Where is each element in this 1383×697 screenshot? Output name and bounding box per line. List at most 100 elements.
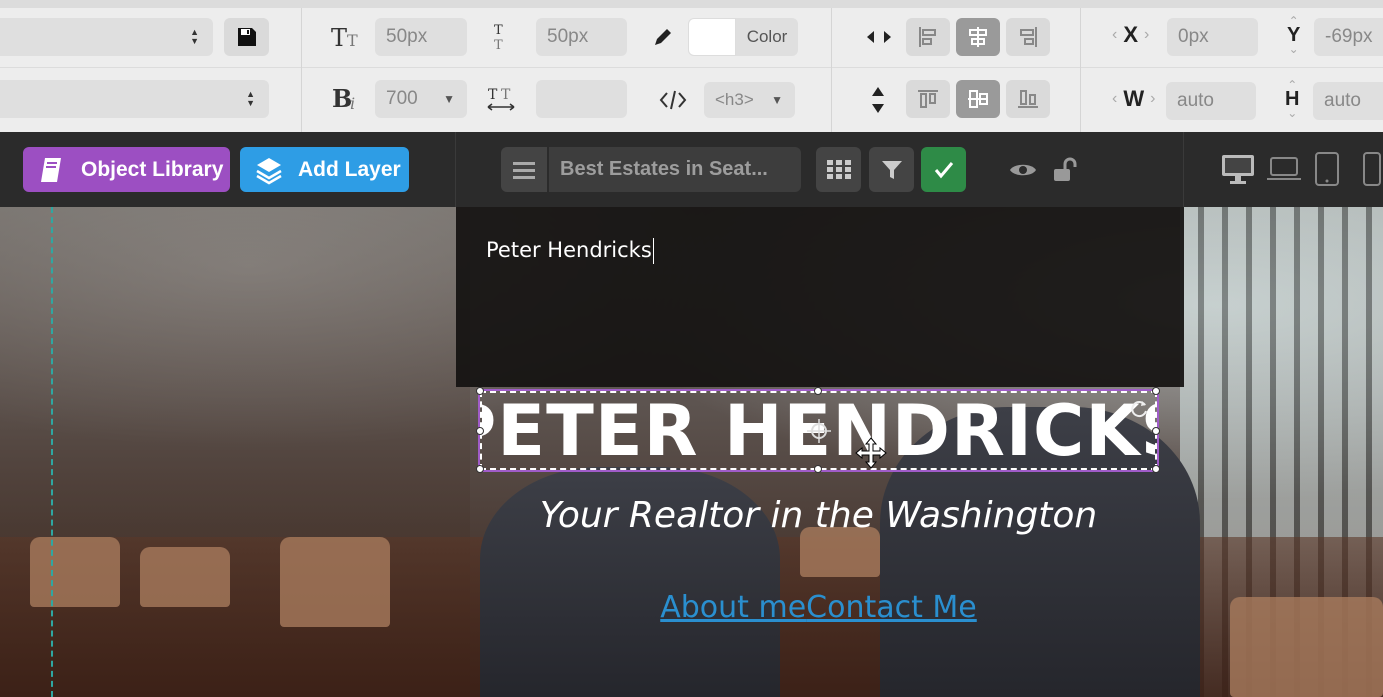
tag-select[interactable]: <h3> ▼ xyxy=(704,82,795,118)
color-swatch[interactable] xyxy=(688,18,736,56)
align-left-icon xyxy=(919,27,936,47)
layer-menu-button[interactable] xyxy=(501,147,547,192)
width-label: ‹ W › xyxy=(1112,86,1155,112)
resize-handle[interactable] xyxy=(476,465,484,473)
vertical-arrows-icon xyxy=(868,86,888,114)
move-cursor-icon xyxy=(854,436,888,470)
grid-button[interactable] xyxy=(816,147,861,192)
chevron-right-icon: › xyxy=(1144,26,1150,43)
toolbar-divider xyxy=(1080,8,1081,132)
unlock-icon[interactable] xyxy=(1050,156,1078,184)
background-chair xyxy=(140,547,230,607)
svg-text:T: T xyxy=(494,23,503,38)
line-height-field[interactable]: 50px xyxy=(536,18,627,56)
text-editor-value: Peter Hendricks xyxy=(486,238,652,262)
layers-icon xyxy=(256,157,282,184)
resize-handle[interactable] xyxy=(476,427,484,435)
style-select[interactable]: ▲ ▼ xyxy=(0,80,269,118)
floppy-disk-icon xyxy=(237,28,256,46)
caret-down-icon: ▼ xyxy=(443,92,455,106)
align-bottom-button[interactable] xyxy=(1006,80,1050,118)
rotate-icon[interactable] xyxy=(1128,398,1150,420)
font-size-icon: TT xyxy=(330,22,364,52)
align-middle-button[interactable] xyxy=(956,80,1000,118)
bold-italic-icon: Bi xyxy=(332,84,364,114)
object-library-label: Object Library xyxy=(81,157,224,181)
checkmark-icon xyxy=(934,161,953,178)
inline-text-editor[interactable]: Peter Hendricks xyxy=(456,207,1184,387)
resize-handle[interactable] xyxy=(1152,465,1160,473)
select-updown-icon: ▲ ▼ xyxy=(246,89,255,108)
y-value: -69px xyxy=(1325,26,1373,47)
save-button[interactable] xyxy=(224,18,269,56)
w-label: W xyxy=(1123,86,1145,111)
font-family-select[interactable]: ▲ ▼ xyxy=(0,18,213,56)
align-top-button[interactable] xyxy=(906,80,950,118)
resize-handle[interactable] xyxy=(1152,427,1160,435)
svg-text:T: T xyxy=(488,87,498,103)
align-top-icon xyxy=(918,90,938,108)
subtitle-text: Your Realtor in the Washington xyxy=(539,495,1098,536)
color-picker-button[interactable]: Color xyxy=(736,18,798,56)
resize-handle[interactable] xyxy=(1152,387,1160,395)
font-weight-value: 700 xyxy=(386,88,418,109)
add-layer-button[interactable]: Add Layer xyxy=(240,147,409,192)
text-editor-input[interactable]: Peter Hendricks xyxy=(486,238,654,264)
editor-divider xyxy=(455,132,456,207)
confirm-button[interactable] xyxy=(921,147,966,192)
align-right-button[interactable] xyxy=(1006,18,1050,56)
chevron-left-icon: ‹ xyxy=(1112,90,1118,107)
x-position-field[interactable]: 0px xyxy=(1167,18,1258,56)
svg-text:T: T xyxy=(494,38,503,53)
background-chair xyxy=(280,537,390,627)
align-center-button[interactable] xyxy=(956,18,1000,56)
letter-spacing-icon: TT xyxy=(485,84,517,114)
about-me-link[interactable]: About me xyxy=(660,590,806,625)
code-icon xyxy=(658,88,688,112)
text-cursor xyxy=(652,238,654,264)
y-position-field[interactable]: -69px xyxy=(1314,18,1383,56)
layer-name-value: Best Estates in Seat... xyxy=(560,158,768,180)
height-label: ⌃ H ⌄ xyxy=(1285,79,1299,120)
align-left-button[interactable] xyxy=(906,18,950,56)
resize-handle[interactable] xyxy=(476,387,484,395)
y-position-label: ⌃ Y ⌄ xyxy=(1287,15,1300,56)
crosshair-icon xyxy=(806,418,832,444)
line-height-icon: TT xyxy=(488,20,512,54)
chevron-right-icon: › xyxy=(1150,90,1156,107)
resize-handle[interactable] xyxy=(814,465,822,473)
eye-icon[interactable] xyxy=(1008,159,1038,181)
width-field[interactable]: auto xyxy=(1166,82,1256,120)
letter-spacing-field[interactable] xyxy=(536,80,627,118)
align-middle-icon xyxy=(968,90,988,108)
hamburger-icon xyxy=(513,161,535,179)
filter-button[interactable] xyxy=(869,147,914,192)
phone-icon[interactable] xyxy=(1360,150,1383,188)
contact-me-link[interactable]: Contact Me xyxy=(806,590,977,625)
h-value: auto xyxy=(1324,90,1361,111)
svg-text:T: T xyxy=(501,87,511,103)
svg-text:T: T xyxy=(331,24,347,50)
caret-down-icon: ▼ xyxy=(771,93,783,107)
object-library-button[interactable]: Object Library xyxy=(23,147,230,192)
align-bottom-icon xyxy=(1018,90,1038,108)
editor-divider xyxy=(1183,132,1184,207)
chevron-down-icon: ⌄ xyxy=(1287,106,1298,120)
filter-icon xyxy=(881,160,902,179)
tablet-icon[interactable] xyxy=(1313,150,1341,188)
layer-name-input[interactable]: Best Estates in Seat... xyxy=(549,147,801,192)
align-center-icon xyxy=(969,27,987,47)
height-field[interactable]: auto xyxy=(1313,82,1383,120)
svg-text:T: T xyxy=(347,31,358,50)
background-chair xyxy=(30,537,120,607)
desktop-icon[interactable] xyxy=(1220,152,1256,186)
chevron-down-icon: ⌄ xyxy=(1288,42,1299,56)
laptop-icon[interactable] xyxy=(1265,154,1303,184)
select-updown-icon: ▲ ▼ xyxy=(190,27,199,46)
font-weight-select[interactable]: 700 ▼ xyxy=(375,80,467,118)
resize-handle[interactable] xyxy=(814,387,822,395)
font-size-value: 50px xyxy=(386,26,428,47)
book-icon xyxy=(41,157,61,182)
font-size-field[interactable]: 50px xyxy=(375,18,467,56)
svg-text:i: i xyxy=(350,94,355,113)
